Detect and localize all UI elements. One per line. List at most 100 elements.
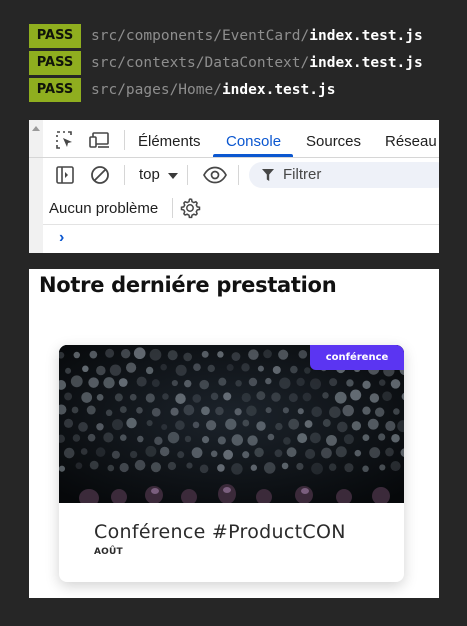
bokeh-dot — [378, 433, 386, 441]
bokeh-dot — [207, 364, 215, 373]
bokeh-dot — [256, 391, 266, 401]
bokeh-dot — [112, 419, 124, 431]
bokeh-dot — [63, 447, 75, 459]
bokeh-dot — [311, 406, 323, 418]
event-card[interactable]: conférence Conférence #ProductCON AOÛT — [59, 345, 404, 582]
bokeh-dot — [231, 463, 243, 475]
test-results: PASS src/components/EventCard/index.test… — [29, 22, 449, 103]
bokeh-dot — [136, 407, 143, 414]
bokeh-dot — [223, 392, 232, 401]
bokeh-dot — [362, 380, 371, 389]
bokeh-dot — [297, 408, 304, 415]
bokeh-dot — [297, 433, 308, 444]
bokeh-dot — [96, 365, 106, 376]
bokeh-dot — [89, 350, 98, 359]
bokeh-dot — [257, 365, 264, 372]
tab-console[interactable]: Console — [226, 133, 281, 150]
bokeh-dot — [256, 421, 266, 431]
bokeh-dot — [342, 404, 354, 417]
sidebar-icon[interactable] — [55, 165, 75, 190]
web-page: Notre derniére prestation conférence Con… — [29, 269, 439, 598]
bokeh-dot — [210, 450, 218, 458]
devtools-panel: Éléments Console Sources Réseau top Filt… — [29, 120, 439, 253]
bokeh-dot — [248, 349, 259, 360]
bokeh-dot — [382, 391, 392, 402]
bokeh-dot — [378, 379, 386, 386]
bokeh-dot — [246, 405, 257, 417]
console-prompt[interactable]: › — [59, 229, 64, 247]
context-selector[interactable]: top — [139, 166, 160, 183]
bokeh-dot — [111, 450, 120, 459]
bokeh-dot — [167, 461, 177, 471]
test-result-row: PASS src/pages/Home/index.test.js — [29, 76, 449, 103]
bokeh-dot — [267, 433, 275, 441]
bokeh-dot — [265, 407, 272, 414]
bokeh-dot — [159, 446, 170, 457]
bokeh-dot — [119, 434, 127, 441]
test-file: index.test.js — [221, 81, 336, 98]
bokeh-dot — [215, 406, 224, 416]
bokeh-dot — [305, 448, 316, 460]
bokeh-dot — [175, 420, 185, 431]
bokeh-dot — [136, 376, 147, 387]
bokeh-dot — [73, 351, 81, 359]
bokeh-dot — [64, 392, 73, 401]
bokeh-dot — [149, 348, 162, 361]
bokeh-dot — [225, 418, 237, 430]
bokeh-dot — [234, 408, 242, 416]
gear-icon[interactable] — [179, 197, 201, 224]
bokeh-dot — [241, 363, 250, 372]
eye-icon[interactable] — [203, 166, 227, 189]
bokeh-dot — [199, 464, 209, 474]
event-month: AOÛT — [94, 547, 123, 557]
bokeh-dot — [145, 393, 155, 403]
bokeh-dot — [119, 406, 127, 414]
bokeh-dot — [351, 421, 362, 431]
inspect-icon[interactable] — [55, 130, 75, 155]
bokeh-dot — [290, 365, 298, 374]
bokeh-dot — [254, 447, 264, 458]
tab-sources[interactable]: Sources — [306, 133, 361, 150]
bokeh-dot — [271, 392, 281, 402]
bokeh-dot — [265, 377, 272, 385]
filter-input[interactable] — [249, 162, 439, 188]
device-icon[interactable] — [89, 130, 111, 155]
bokeh-dot — [226, 364, 234, 372]
bokeh-dot — [151, 379, 160, 388]
bokeh-dot — [242, 451, 250, 459]
issues-status: Aucun problème — [49, 200, 159, 217]
bokeh-dot — [167, 350, 178, 361]
bokeh-dot — [302, 392, 312, 402]
bokeh-dot — [177, 451, 185, 459]
section-title: Notre derniére prestation — [39, 273, 337, 297]
bokeh-dot — [322, 392, 329, 399]
bokeh-dot — [393, 408, 400, 415]
bokeh-dot — [171, 379, 178, 387]
bokeh-dot — [304, 367, 311, 374]
bokeh-dot — [183, 404, 195, 416]
bokeh-dot — [346, 379, 354, 387]
bokeh-dot — [184, 379, 192, 388]
test-path: src/components/EventCard/ — [91, 27, 310, 44]
bokeh-dot — [343, 434, 354, 445]
bokeh-dot — [242, 419, 250, 427]
bokeh-dot — [103, 432, 114, 443]
test-file: index.test.js — [309, 27, 423, 44]
bokeh-dot — [322, 419, 331, 427]
bokeh-dot — [296, 462, 304, 470]
bokeh-dot — [210, 392, 219, 401]
test-file: index.test.js — [309, 54, 423, 71]
bokeh-dot — [298, 349, 308, 359]
bokeh-dot — [201, 406, 210, 416]
bokeh-dot — [369, 447, 381, 459]
tab-elements[interactable]: Éléments — [138, 133, 201, 150]
active-tab-indicator — [213, 154, 293, 157]
caret-down-icon[interactable] — [168, 173, 178, 179]
bokeh-dot — [217, 436, 226, 445]
divider — [238, 165, 239, 185]
clear-icon[interactable] — [90, 165, 110, 190]
bokeh-dot — [96, 393, 104, 401]
tab-network[interactable]: Réseau — [385, 133, 437, 150]
bokeh-dot — [199, 379, 210, 390]
bokeh-dot — [88, 377, 99, 388]
